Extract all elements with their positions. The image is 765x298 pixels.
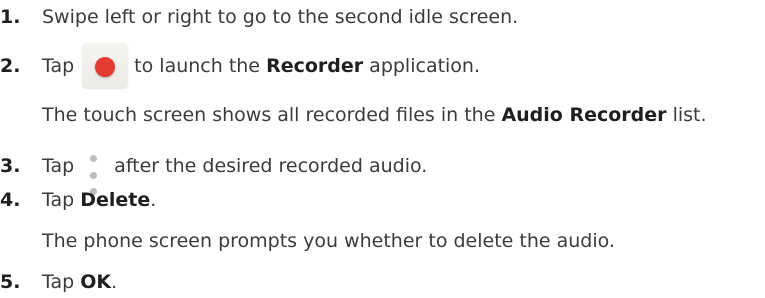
step-1: 1. Swipe left or right to go to the seco… — [0, 5, 518, 29]
step-text-before: Tap — [42, 189, 75, 211]
step-text-after: after the desired recorded audio. — [114, 155, 428, 177]
step-number: 3. — [0, 155, 21, 177]
step-2: 2. Tap to launch the Recorder applicatio… — [0, 43, 480, 89]
step-number: 2. — [0, 55, 21, 77]
step-text-end: application. — [369, 55, 481, 77]
step-text-end: . — [111, 271, 118, 293]
note-text-after: list. — [672, 104, 707, 126]
record-dot-icon — [95, 57, 116, 77]
step-text-before: Tap — [42, 155, 75, 177]
note-text-before: The touch screen shows all recorded file… — [42, 104, 496, 126]
step-2-note: The touch screen shows all recorded file… — [42, 103, 707, 127]
step-text-after: to launch the — [134, 55, 261, 77]
step-text-before: Tap — [42, 55, 75, 77]
step-text: Swipe left or right to go to the second … — [42, 6, 519, 28]
step-number: 4. — [0, 189, 21, 211]
step-bold-term: Recorder — [266, 55, 364, 77]
note-text: The phone screen prompts you whether to … — [42, 230, 615, 252]
step-number: 5. — [0, 271, 21, 293]
recorder-app-icon — [82, 43, 129, 89]
step-text-end: . — [150, 189, 157, 211]
step-3: 3. Tap after the desired recorded audio. — [0, 146, 428, 195]
step-text-before: Tap — [42, 271, 75, 293]
step-5: 5. Tap OK. — [0, 270, 117, 294]
step-4-note: The phone screen prompts you whether to … — [42, 229, 615, 253]
step-4: 4. Tap Delete. — [0, 188, 156, 212]
step-bold-term: OK — [80, 271, 112, 293]
step-number: 1. — [0, 6, 21, 28]
note-bold-term: Audio Recorder — [501, 104, 667, 126]
step-bold-term: Delete — [80, 189, 151, 211]
